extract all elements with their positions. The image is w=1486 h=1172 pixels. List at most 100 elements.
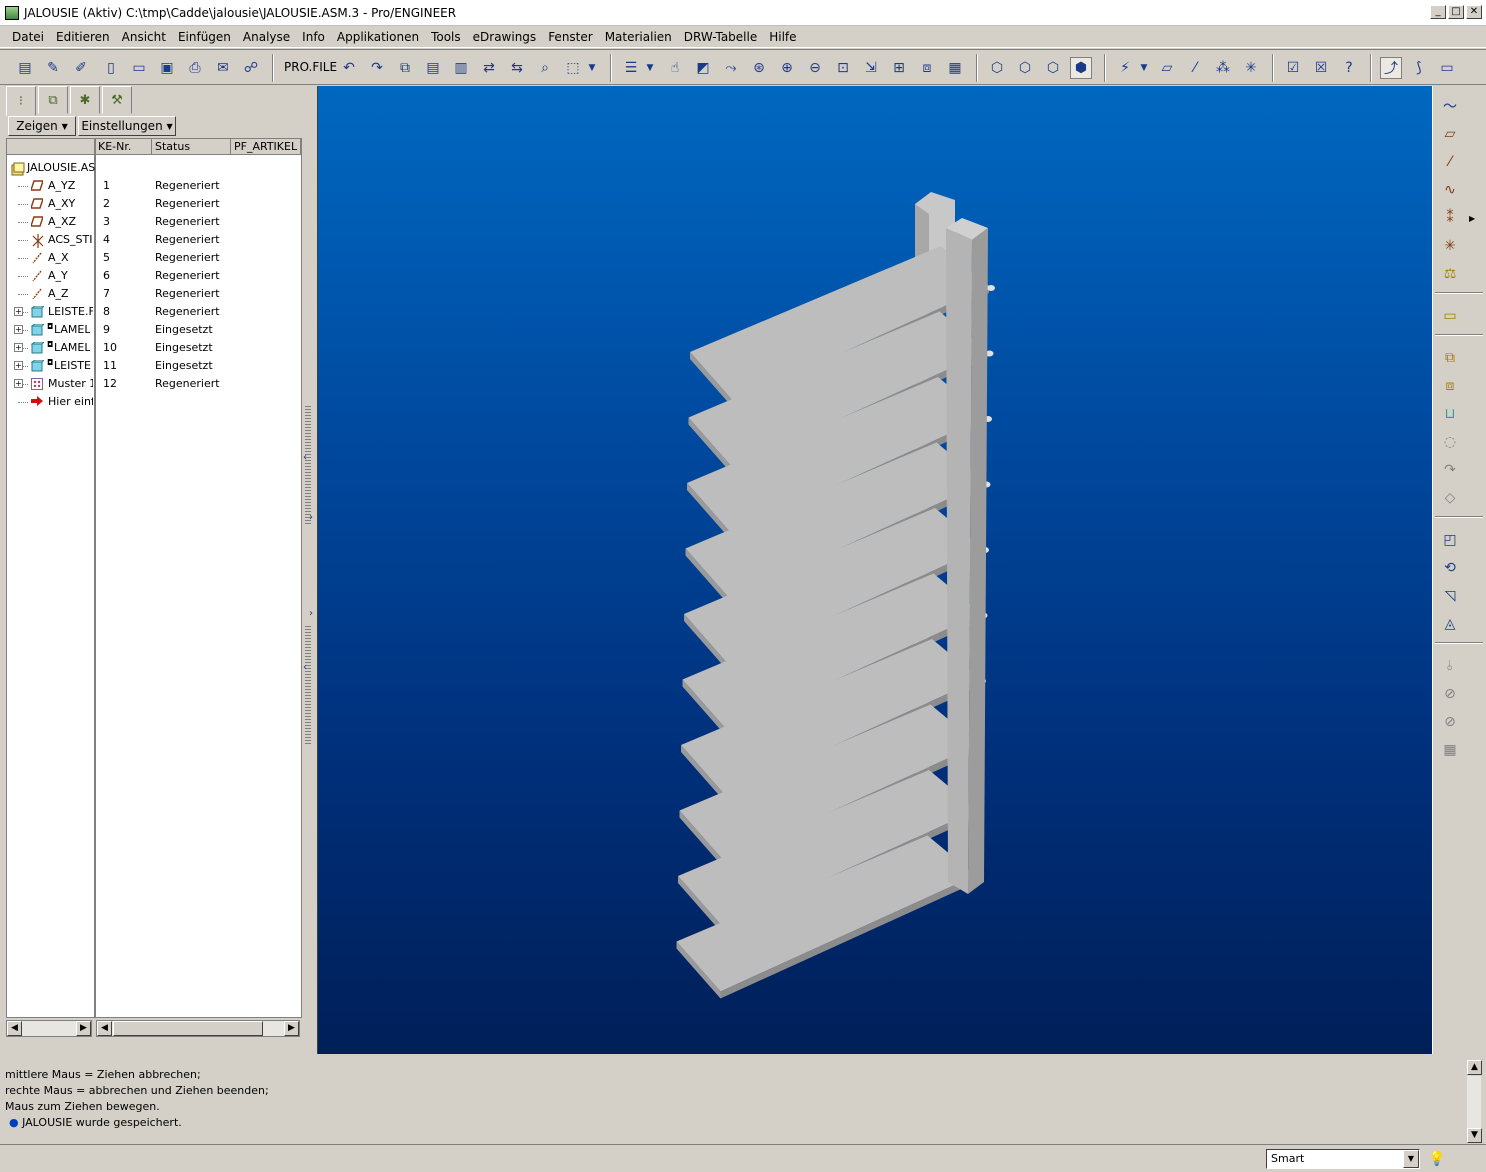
selection-filter-select[interactable]: Smart ▼ [1266, 1149, 1420, 1169]
column-header-status[interactable]: Status [152, 139, 231, 155]
scroll-left-arrow-icon[interactable]: ◀ [97, 1021, 112, 1036]
layer-tree-icon[interactable]: ⧈ [916, 57, 938, 79]
hidden-line-icon[interactable]: ⬡ [1014, 57, 1036, 79]
tree-root-assembly[interactable]: JALOUSIE.AS [7, 159, 301, 177]
reorient-icon[interactable]: ⇲ [860, 57, 882, 79]
tree-row[interactable]: Hier einfü [7, 393, 301, 411]
expand-toggle-icon[interactable]: + [14, 325, 23, 334]
menu-hilfe[interactable]: Hilfe [763, 30, 802, 44]
tree-row[interactable]: + ◘ LAMEL 10 Eingesetzt [7, 339, 301, 357]
view-manager-icon[interactable]: ▦ [944, 57, 966, 79]
model-tree[interactable]: KE-Nr. Status PF_ARTIKEL JALOUSIE.AS A_YZ… [6, 138, 302, 1018]
scroll-right-arrow-icon[interactable]: ▶ [284, 1021, 299, 1036]
send-icon[interactable]: ☍ [240, 57, 262, 79]
note-tool-icon[interactable]: ▭ [1437, 304, 1463, 328]
chevron-down-icon[interactable]: ▼ [586, 57, 598, 79]
maximize-button[interactable]: □ [1448, 5, 1464, 19]
edit-pencil-icon[interactable]: ✐ [70, 57, 92, 79]
refit-icon[interactable]: ⊡ [832, 57, 854, 79]
paste-icon[interactable]: ▤ [422, 57, 444, 79]
collapse-arrow-icon[interactable]: ‹ [303, 452, 307, 463]
plane-display-icon[interactable]: ▱ [1156, 57, 1178, 79]
new-from-template-icon[interactable]: ▤ [14, 57, 36, 79]
tree-row[interactable]: A_XY 2 Regeneriert [7, 195, 301, 213]
lightbulb-icon[interactable]: 💡 [1428, 1149, 1445, 1169]
datum-point-tool-icon[interactable]: ⁑ [1437, 206, 1463, 230]
expand-toggle-icon[interactable]: + [14, 379, 23, 388]
scroll-left-arrow-icon[interactable]: ◀ [7, 1021, 22, 1036]
menu-fenster[interactable]: Fenster [542, 30, 599, 44]
tree-row[interactable]: A_X 5 Regeneriert [7, 249, 301, 267]
draft-tool-icon[interactable]: ◬ [1437, 612, 1463, 636]
revolve-tool-icon[interactable]: ◌ [1437, 430, 1463, 454]
datum-axis-tool-icon[interactable]: ⁄ [1437, 150, 1463, 174]
expand-right-icon[interactable]: ▶ [1469, 214, 1475, 223]
menu-materialien[interactable]: Materialien [599, 30, 678, 44]
pipe-icon[interactable]: ⟆ [1408, 57, 1430, 79]
tab-model-tree[interactable]: ⁝ [6, 86, 36, 116]
menu-editieren[interactable]: Editieren [50, 30, 116, 44]
copy-icon[interactable]: ⧉ [394, 57, 416, 79]
assemble-component-icon[interactable]: ⧉ [1437, 346, 1463, 370]
menu-datei[interactable]: Datei [6, 30, 50, 44]
wireframe-icon[interactable]: ⬡ [986, 57, 1008, 79]
extrude-tool-icon[interactable]: ⊔ [1437, 402, 1463, 426]
zoom-out-icon[interactable]: ⊖ [804, 57, 826, 79]
expand-arrow-icon[interactable]: › [309, 512, 313, 523]
tree-row[interactable]: + LEISTE.F 8 Regeneriert [7, 303, 301, 321]
layers-icon[interactable]: ☰ [620, 57, 642, 79]
collapse-arrow-icon[interactable]: ‹ [303, 662, 307, 673]
menu-applikationen[interactable]: Applikationen [331, 30, 425, 44]
mirror-tool-icon[interactable]: ⫰ [1437, 654, 1463, 678]
tree-row[interactable]: A_Y 6 Regeneriert [7, 267, 301, 285]
panel-splitter[interactable]: ‹ › › ‹ [302, 86, 316, 1054]
tree-row[interactable]: A_YZ 1 Regeneriert [7, 177, 301, 195]
tree-row[interactable]: + ◘ LAMEL 9 Eingesetzt [7, 321, 301, 339]
datum-curve-tool-icon[interactable]: ∿ [1437, 178, 1463, 202]
rib-tool-icon[interactable]: ◹ [1437, 584, 1463, 608]
window-activate-icon[interactable]: ☑ [1282, 57, 1304, 79]
hole-tool-icon[interactable]: ◰ [1437, 528, 1463, 552]
shell-tool-icon[interactable]: ⟲ [1437, 556, 1463, 580]
no-hidden-icon[interactable]: ⬡ [1042, 57, 1064, 79]
scroll-up-arrow-icon[interactable]: ▲ [1467, 1060, 1482, 1075]
select-pointer-icon[interactable]: ☝ [664, 57, 686, 79]
tree-row[interactable]: ACS_STI 4 Regeneriert [7, 231, 301, 249]
sketch-tool-icon[interactable]: 〜 [1437, 94, 1463, 118]
new-file-icon[interactable]: ▯ [100, 57, 122, 79]
show-dropdown[interactable]: Zeigen ▼ [8, 116, 76, 136]
jalousie-model[interactable] [318, 86, 1432, 1054]
edit-file-icon[interactable]: ✎ [42, 57, 64, 79]
open-folder-icon[interactable]: ▭ [128, 57, 150, 79]
axis-display-icon[interactable]: ⁄ [1184, 57, 1206, 79]
tree-row[interactable]: A_Z 7 Regeneriert [7, 285, 301, 303]
scroll-down-arrow-icon[interactable]: ▼ [1467, 1128, 1482, 1143]
scroll-right-arrow-icon[interactable]: ▶ [76, 1021, 91, 1036]
chevron-down-icon[interactable]: ▼ [1403, 1150, 1419, 1168]
trim-tool-icon[interactable]: ⊘ [1437, 710, 1463, 734]
graphics-window[interactable] [317, 86, 1432, 1054]
regenerate-manager-icon[interactable]: ⇆ [506, 57, 528, 79]
save-icon[interactable]: ▣ [156, 57, 178, 79]
point-display-icon[interactable]: ⁂ [1212, 57, 1234, 79]
menu-ansicht[interactable]: Ansicht [116, 30, 172, 44]
column-header-artikel[interactable]: PF_ARTIKEL [231, 139, 301, 155]
paste-special-icon[interactable]: ▥ [450, 57, 472, 79]
print-icon[interactable]: ⎙ [184, 57, 206, 79]
selection-box-icon[interactable]: ⬚ [562, 57, 584, 79]
undo-icon[interactable]: ↶ [338, 57, 360, 79]
spin-center-icon[interactable]: ⊛ [748, 57, 770, 79]
pattern-tool-icon[interactable]: ▦ [1437, 738, 1463, 762]
saved-views-icon[interactable]: ⊞ [888, 57, 910, 79]
zoom-in-icon[interactable]: ⊕ [776, 57, 798, 79]
shading-icon[interactable]: ⬢ [1070, 57, 1092, 79]
context-help-icon[interactable]: ? [1338, 57, 1360, 79]
datum-plane-tool-icon[interactable]: ▱ [1437, 122, 1463, 146]
datum-display-icon[interactable]: ⚡ [1114, 57, 1136, 79]
tree-row[interactable]: + Muster 1 12 Regeneriert [7, 375, 301, 393]
create-component-icon[interactable]: ⧈ [1437, 374, 1463, 398]
email-icon[interactable]: ✉ [212, 57, 234, 79]
sweep-tool-icon[interactable]: ↷ [1437, 458, 1463, 482]
redo-icon[interactable]: ↷ [366, 57, 388, 79]
tree-row[interactable]: A_XZ 3 Regeneriert [7, 213, 301, 231]
